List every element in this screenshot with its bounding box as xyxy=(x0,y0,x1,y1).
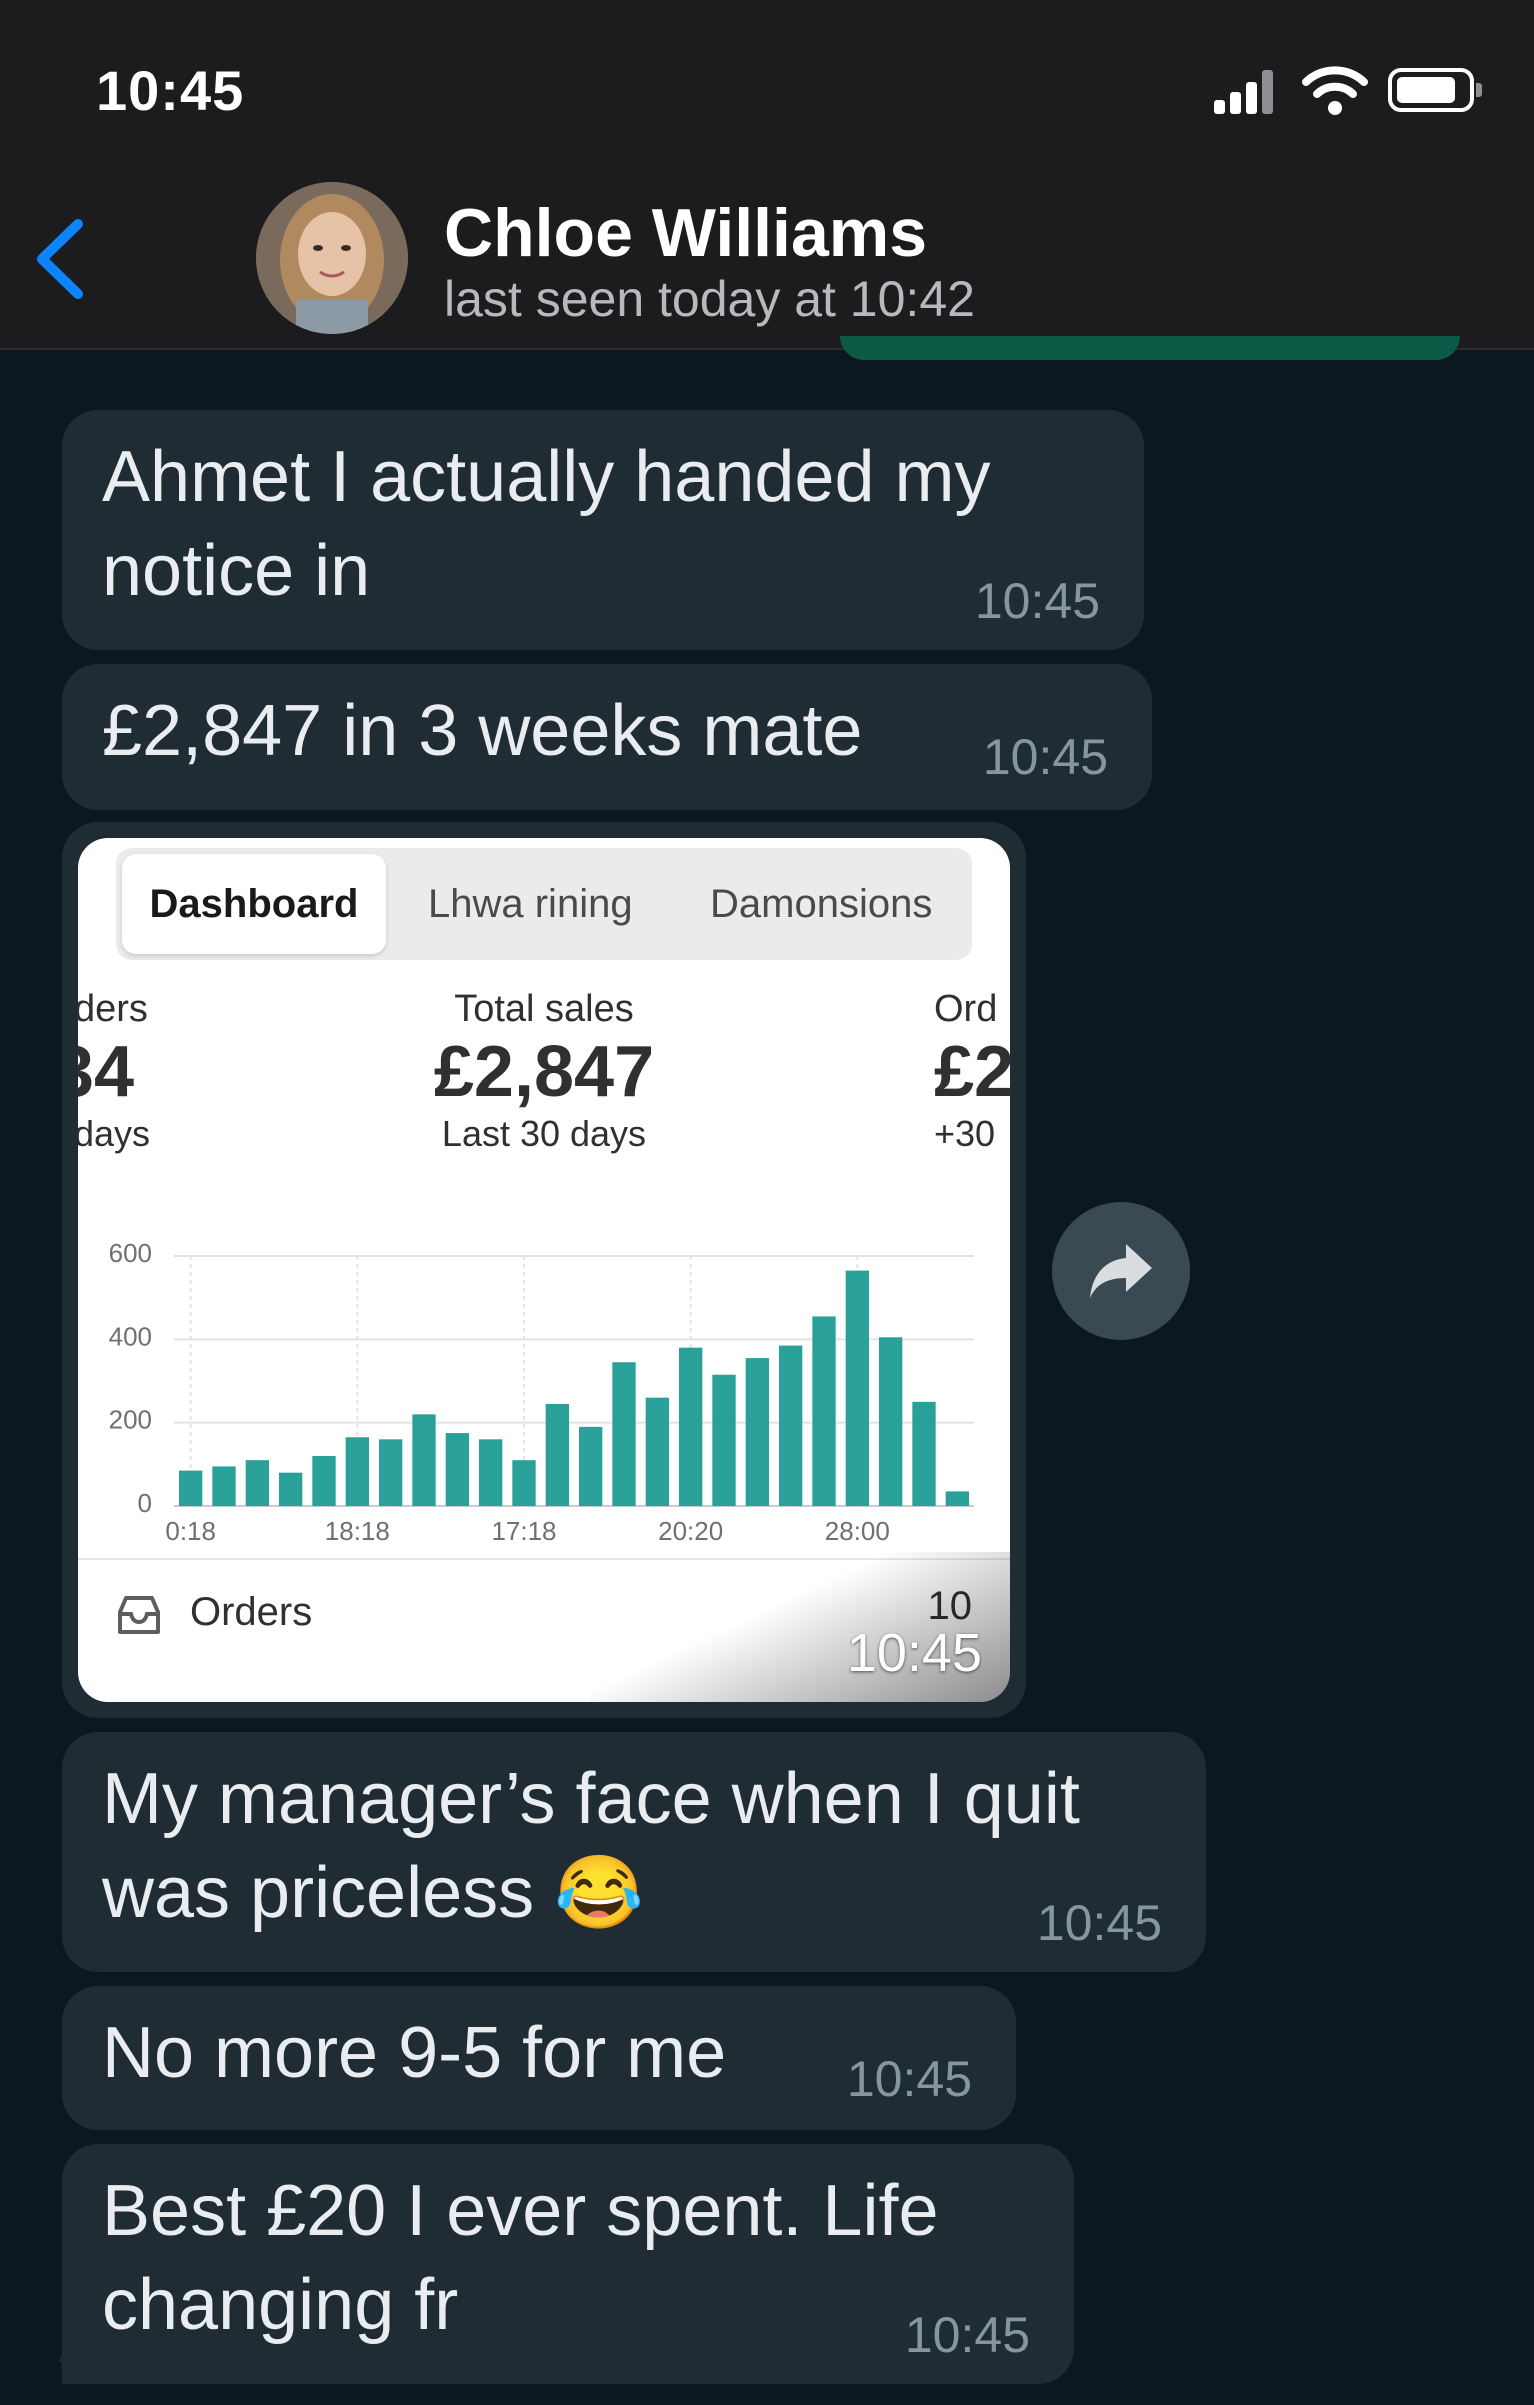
last-seen-status: last seen today at 10:42 xyxy=(444,271,975,327)
chart-bar xyxy=(945,1491,969,1506)
message-bubble[interactable]: My manager’s face when I quit was pricel… xyxy=(62,1732,1206,1972)
chart-bar xyxy=(845,1270,869,1506)
cellular-signal-icon xyxy=(1214,70,1274,114)
chart-bar xyxy=(679,1347,703,1506)
status-time: 10:45 xyxy=(96,59,245,122)
chart-bar xyxy=(745,1358,769,1506)
battery-icon xyxy=(1388,68,1482,112)
chart-bar xyxy=(545,1403,569,1506)
chart-bar xyxy=(212,1466,236,1506)
chart-bar xyxy=(712,1374,736,1506)
x-tick-label: 20:20 xyxy=(658,1516,723,1546)
metric-right: Ord £2 +30 xyxy=(934,988,1010,1155)
status-bar: 10:45 xyxy=(0,0,1534,180)
message-time: 10:45 xyxy=(846,2051,972,2107)
orders-label: Orders xyxy=(190,1590,313,1634)
chart-bar xyxy=(445,1433,469,1506)
message-time: 10:45 xyxy=(1036,1895,1162,1951)
chart-bar xyxy=(612,1362,636,1506)
y-tick-label: 600 xyxy=(109,1238,152,1268)
metric-left-sub: days xyxy=(78,1113,151,1154)
bubble-tail xyxy=(58,2290,62,2362)
tab-dashboard: Dashboard xyxy=(122,854,386,954)
message-text: Ahmet I actually handed my notice in xyxy=(102,437,991,611)
chat-header: Chloe Williams last seen today at 10:42 xyxy=(0,180,1534,350)
metric-left-value: 34 xyxy=(78,1032,135,1112)
message-bubble[interactable]: No more 9-5 for me 10:45 xyxy=(62,1986,1016,2130)
tab-third: Damonsions xyxy=(710,882,933,926)
previous-message-edge xyxy=(840,336,1460,360)
message-text: My manager’s face when I quit was pricel… xyxy=(102,1759,1080,1933)
metric-total-sales: Total sales £2,847 Last 30 days xyxy=(384,988,704,1155)
chart-bar xyxy=(645,1397,669,1506)
metric-left: ders 34 days xyxy=(78,988,150,1155)
y-tick-label: 0 xyxy=(138,1488,152,1518)
message-time: 10:45 xyxy=(982,729,1108,785)
chart-bar xyxy=(479,1439,503,1506)
chart-bar xyxy=(412,1414,436,1506)
total-sales-value: £2,847 xyxy=(433,1032,655,1112)
chart-bar xyxy=(179,1470,203,1506)
metric-right-sub: +30 xyxy=(934,1113,996,1154)
metric-left-label: ders xyxy=(78,988,148,1030)
inbox-icon xyxy=(118,1596,160,1634)
message-bubble[interactable]: Best £20 I ever spent. Life changing fr … xyxy=(62,2144,1074,2384)
chart-bar xyxy=(279,1472,303,1506)
metric-right-label: Ord xyxy=(934,988,998,1030)
total-sales-label: Total sales xyxy=(454,988,634,1030)
message-time: 10:45 xyxy=(904,2307,1030,2363)
message-time: 10:45 xyxy=(974,573,1100,629)
total-sales-period: Last 30 days xyxy=(441,1113,647,1154)
contact-name[interactable]: Chloe Williams xyxy=(444,194,927,272)
forward-button[interactable] xyxy=(1052,1202,1190,1340)
message-text: No more 9-5 for me xyxy=(102,2013,727,2093)
chart-bar xyxy=(579,1426,603,1506)
chart-bar xyxy=(812,1316,836,1506)
x-tick-label: 28:00 xyxy=(825,1516,890,1546)
chart-bar xyxy=(379,1439,403,1506)
chart-bar xyxy=(879,1337,903,1506)
y-tick-label: 400 xyxy=(109,1321,152,1351)
avatar[interactable] xyxy=(256,182,408,334)
message-bubble[interactable]: Ahmet I actually handed my notice in 10:… xyxy=(62,410,1144,650)
y-tick-label: 200 xyxy=(109,1405,152,1435)
x-tick-label: 18:18 xyxy=(325,1516,390,1546)
chart-bar xyxy=(779,1345,803,1506)
chevron-left-icon[interactable] xyxy=(20,204,100,314)
wifi-icon xyxy=(1302,66,1368,115)
forward-arrow-icon xyxy=(1090,1244,1152,1298)
image-message[interactable]: Dashboard Lhwa rining Damonsions ders 34… xyxy=(62,822,1026,1718)
message-bubble[interactable]: £2,847 in 3 weeks mate 10:45 xyxy=(62,664,1152,810)
message-text: £2,847 in 3 weeks mate xyxy=(102,691,863,771)
dashboard-screenshot[interactable]: Dashboard Lhwa rining Damonsions ders 34… xyxy=(78,838,1010,1702)
chart-bar xyxy=(245,1460,269,1506)
x-tick-label: 0:18 xyxy=(165,1516,216,1546)
metric-right-value: £2 xyxy=(934,1032,1010,1112)
x-tick-label: 17:18 xyxy=(491,1516,556,1546)
chart-bar xyxy=(345,1437,369,1506)
chart-bar xyxy=(512,1460,536,1506)
tab-second: Lhwa rining xyxy=(428,882,633,926)
message-text: Best £20 I ever spent. Life changing fr xyxy=(102,2171,939,2345)
chart-bar xyxy=(312,1456,336,1506)
chart-bar xyxy=(912,1401,936,1506)
dashboard-tabs: Dashboard Lhwa rining Damonsions xyxy=(116,848,972,960)
image-message-time: 10:45 xyxy=(846,1623,982,1683)
